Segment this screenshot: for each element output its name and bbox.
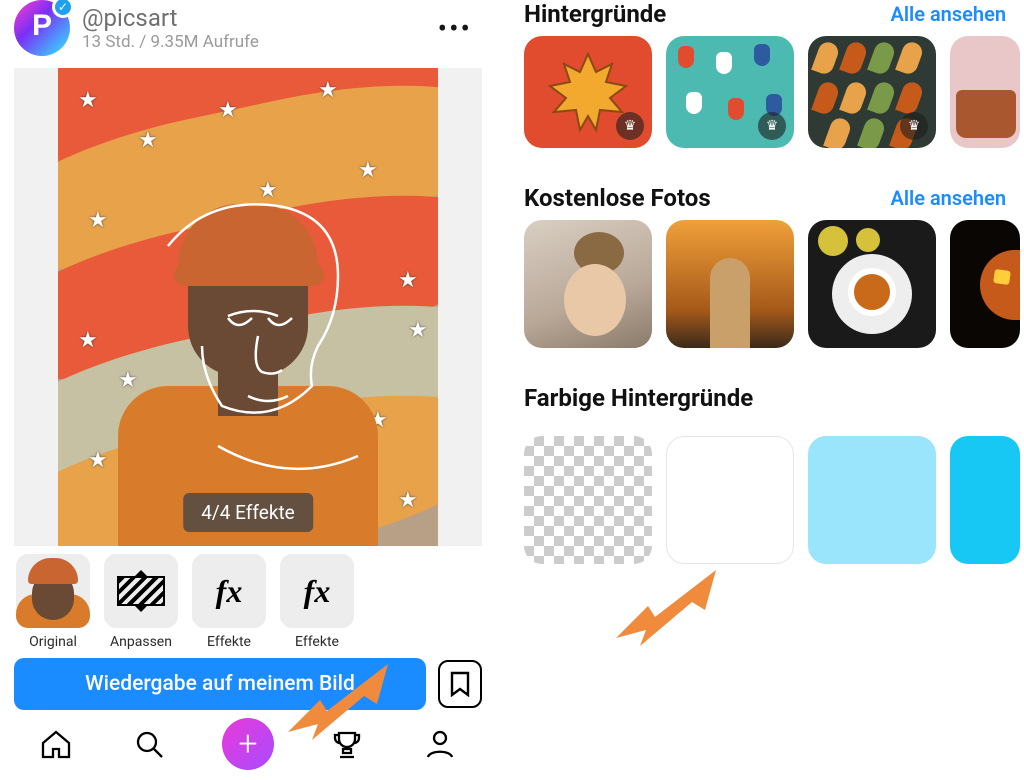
color-tile-lightblue[interactable] <box>808 436 936 564</box>
transparent-background-tile[interactable] <box>524 436 652 564</box>
adjust-icon <box>117 576 165 606</box>
colored-backgrounds-row[interactable] <box>524 436 1024 564</box>
feed-panel: P ✓ @picsart 13 Std. / 9.35M Aufrufe •••… <box>0 0 496 767</box>
background-tile[interactable]: ♛ <box>808 36 936 148</box>
thumb-adjust[interactable]: Anpassen <box>102 554 180 650</box>
premium-crown-icon: ♛ <box>758 112 786 140</box>
section-header-free-photos: Kostenlose Fotos Alle ansehen <box>524 184 1024 212</box>
post-header: P ✓ @picsart 13 Std. / 9.35M Aufrufe ••• <box>0 0 496 62</box>
background-tile[interactable]: ♛ <box>666 36 794 148</box>
bookmark-icon <box>449 671 471 697</box>
nav-profile[interactable] <box>420 724 460 764</box>
post-meta: 13 Std. / 9.35M Aufrufe <box>82 32 259 52</box>
verified-badge-icon: ✓ <box>52 0 74 18</box>
replay-on-my-image-button[interactable]: Wiedergabe auf meinem Bild <box>14 658 426 710</box>
section-title: Farbige Hintergründe <box>524 384 753 412</box>
background-tile[interactable] <box>950 36 1020 148</box>
bookmark-button[interactable] <box>438 660 482 708</box>
cta-row: Wiedergabe auf meinem Bild <box>0 654 496 710</box>
author-info: @picsart 13 Std. / 9.35M Aufrufe <box>82 4 259 52</box>
background-tile[interactable]: ♛ <box>524 36 652 148</box>
nav-home[interactable] <box>36 724 76 764</box>
author-username[interactable]: @picsart <box>82 4 259 32</box>
annotation-arrow-2 <box>606 560 736 650</box>
photo-tile[interactable] <box>666 220 794 348</box>
home-icon <box>39 727 73 761</box>
section-header-backgrounds: Hintergründe Alle ansehen <box>524 0 1024 28</box>
bottom-nav: + <box>0 710 496 780</box>
thumb-label: Effekte <box>207 634 251 650</box>
post-image[interactable]: ★ ★ ★ ★ ★ ★ ★ ★ ★ ★ ★ ★ ★ ★ <box>58 68 438 546</box>
photo-tile[interactable] <box>950 220 1020 348</box>
post-image-container: ★ ★ ★ ★ ★ ★ ★ ★ ★ ★ ★ ★ ★ ★ <box>14 68 482 546</box>
section-title: Hintergründe <box>524 0 666 28</box>
thumb-effects-1[interactable]: fx Effekte <box>190 554 268 650</box>
section-header-colored-backgrounds: Farbige Hintergründe <box>524 384 1024 412</box>
color-tile-cyan[interactable] <box>950 436 1020 564</box>
thumb-label: Anpassen <box>110 634 172 650</box>
free-photos-row[interactable] <box>524 220 1024 348</box>
thumb-label: Effekte <box>295 634 339 650</box>
nav-challenges[interactable] <box>327 724 367 764</box>
search-icon <box>132 727 166 761</box>
fx-icon: fx <box>216 573 243 610</box>
photo-tile[interactable] <box>808 220 936 348</box>
discover-panel: Hintergründe Alle ansehen ♛ ♛ <box>496 0 1024 767</box>
nav-search[interactable] <box>129 724 169 764</box>
thumb-effects-2[interactable]: fx Effekte <box>278 554 356 650</box>
backgrounds-row[interactable]: ♛ ♛ ♛ <box>524 36 1024 148</box>
profile-icon <box>423 727 457 761</box>
premium-crown-icon: ♛ <box>900 112 928 140</box>
see-all-backgrounds[interactable]: Alle ansehen <box>890 2 1006 26</box>
author-avatar[interactable]: P ✓ <box>14 0 70 56</box>
fx-icon: fx <box>304 573 331 610</box>
effect-thumbnails: Original Anpassen fx Effekte fx Effekte <box>0 546 496 654</box>
portrait <box>108 186 388 546</box>
nav-create-button[interactable]: + <box>222 718 274 770</box>
section-title: Kostenlose Fotos <box>524 184 711 212</box>
post-more-button[interactable]: ••• <box>438 12 482 45</box>
effects-count-badge: 4/4 Effekte <box>183 493 313 532</box>
trophy-icon <box>330 727 364 761</box>
see-all-free-photos[interactable]: Alle ansehen <box>890 186 1006 210</box>
thumb-label: Original <box>29 634 77 650</box>
plus-icon: + <box>238 724 257 764</box>
photo-tile[interactable] <box>524 220 652 348</box>
premium-crown-icon: ♛ <box>616 112 644 140</box>
picsart-logo-icon: P <box>32 9 52 43</box>
thumb-original[interactable]: Original <box>14 554 92 650</box>
color-tile-white[interactable] <box>666 436 794 564</box>
